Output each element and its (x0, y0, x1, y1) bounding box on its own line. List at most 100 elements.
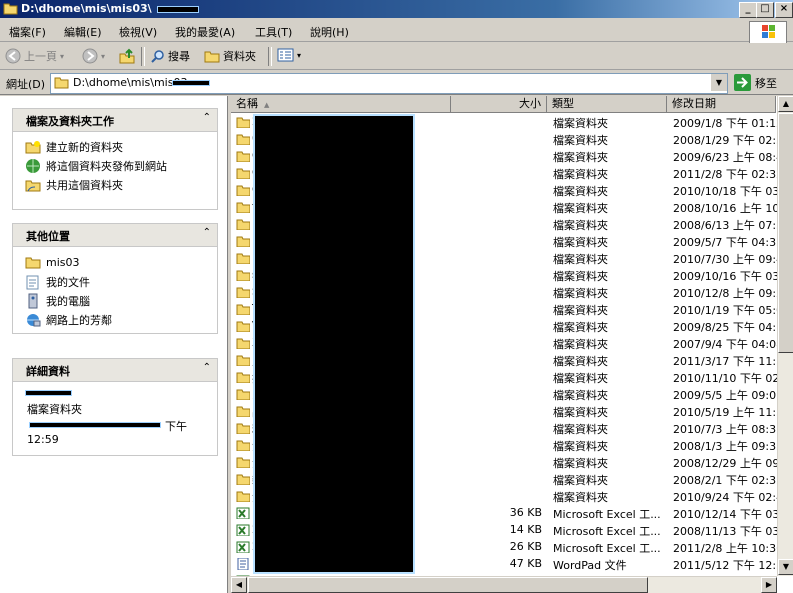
task-pane: 檔案及資料夾工作 ⌃ 建立新的資料夾 將這個資料夾發佈到網站 共用這個資料夾 其… (0, 96, 228, 593)
file-date: 2011/2/8 上午 10:36 (673, 542, 783, 555)
up-folder-button[interactable] (119, 48, 135, 64)
scroll-thumb[interactable] (778, 113, 793, 353)
forward-button[interactable]: ▾ (82, 48, 105, 64)
file-date: 2008/6/13 上午 07:32 (673, 219, 783, 232)
folder-icon (236, 355, 250, 366)
menu-view[interactable]: 檢視(V) (119, 24, 157, 40)
folder-icon (236, 457, 250, 468)
file-date: 2010/1/19 下午 05:08 (673, 304, 783, 317)
scroll-right-button[interactable]: ▶ (761, 577, 777, 593)
folder-icon (236, 321, 250, 332)
forward-arrow-icon (82, 48, 98, 64)
file-list: 名稱▲ 大小 類型 修改日期 20檔案資料夾2009/1/8 下午 01:120… (231, 96, 793, 593)
file-date: 2009/6/23 上午 08:48 (673, 151, 783, 164)
menu-file[interactable]: 檔案(F) (9, 24, 46, 40)
file-date: 2009/10/16 下午 03:.. (673, 270, 783, 283)
task-share-folder[interactable]: 共用這個資料夾 (25, 177, 123, 193)
close-button[interactable]: × (775, 2, 793, 18)
views-button[interactable]: ▾ (277, 48, 301, 62)
place-network[interactable]: 網路上的芳鄰 (25, 312, 112, 328)
menu-tools[interactable]: 工具(T) (255, 24, 292, 40)
file-type: 檔案資料夾 (553, 372, 608, 385)
address-input[interactable]: D:\dhome\mis\mis03 ▼ (50, 73, 728, 94)
column-size[interactable]: 大小 (451, 96, 547, 113)
file-tasks-panel: 檔案及資料夾工作 ⌃ 建立新的資料夾 將這個資料夾發佈到網站 共用這個資料夾 (12, 108, 218, 210)
folder-icon (236, 338, 250, 349)
address-value: D:\dhome\mis\mis03 (73, 76, 188, 89)
file-type: 檔案資料夾 (553, 270, 608, 283)
collapse-chevron-icon[interactable]: ⌃ (203, 362, 211, 373)
file-date: 2010/7/3 上午 08:35 (673, 423, 783, 436)
back-button[interactable]: 上一頁 ▾ (5, 48, 64, 64)
folder-icon (236, 202, 250, 213)
file-date: 2007/9/4 下午 04:08 (673, 338, 783, 351)
file-type: 檔案資料夾 (553, 168, 608, 181)
folder-icon (236, 236, 250, 247)
file-date: 2010/12/8 上午 09:28 (673, 287, 783, 300)
file-type: WordPad 文件 (553, 559, 627, 572)
file-size: 36 KB (509, 506, 542, 519)
file-type: 檔案資料夾 (553, 423, 608, 436)
details-header[interactable]: 詳細資料 ⌃ (13, 359, 217, 382)
collapse-chevron-icon[interactable]: ⌃ (203, 227, 211, 238)
search-icon (151, 49, 164, 63)
menu-bar: 檔案(F) 編輯(E) 檢視(V) 我的最愛(A) 工具(T) 說明(H) (0, 20, 793, 44)
excel-icon (236, 541, 250, 553)
details-panel: 詳細資料 ⌃ 檔案資料夾 下午 12:59 (12, 358, 218, 456)
toolbar: 上一頁 ▾ ▾ 搜尋 資料夾 ▾ (0, 43, 793, 70)
collapse-chevron-icon[interactable]: ⌃ (203, 112, 211, 123)
place-mis03[interactable]: mis03 (25, 255, 80, 269)
search-button[interactable]: 搜尋 (150, 48, 190, 64)
up-folder-icon (119, 48, 135, 64)
share-folder-icon (25, 180, 41, 192)
task-new-folder[interactable]: 建立新的資料夾 (25, 139, 123, 155)
task-publish-web[interactable]: 將這個資料夾發佈到網站 (25, 158, 167, 174)
place-my-computer[interactable]: 我的電腦 (25, 293, 90, 309)
column-name[interactable]: 名稱 ▲ (231, 96, 451, 113)
back-label: 上一頁 (24, 50, 57, 63)
file-type: 檔案資料夾 (553, 355, 608, 368)
vertical-scrollbar[interactable]: ▲ ▼ (777, 96, 793, 576)
address-dropdown-button[interactable]: ▼ (710, 74, 727, 91)
scroll-thumb[interactable] (248, 577, 648, 593)
sort-arrow-icon: ▲ (264, 101, 270, 109)
scroll-left-button[interactable]: ◀ (231, 577, 247, 593)
place-my-documents[interactable]: 我的文件 (25, 274, 90, 290)
title-bar[interactable]: D:\dhome\mis\mis03\ _ □ × (0, 0, 793, 18)
maximize-button[interactable]: □ (756, 2, 774, 18)
folder-icon (236, 491, 250, 502)
folder-icon (25, 257, 41, 269)
other-places-header[interactable]: 其他位置 ⌃ (13, 224, 217, 247)
column-type[interactable]: 類型 (547, 96, 667, 113)
search-label: 搜尋 (168, 50, 190, 63)
file-type: 檔案資料夾 (553, 185, 608, 198)
scroll-down-button[interactable]: ▼ (778, 559, 793, 575)
folder-icon (236, 389, 250, 400)
folder-icon (54, 77, 69, 89)
go-button[interactable]: 移至 (734, 74, 777, 91)
file-type: 檔案資料夾 (553, 117, 608, 130)
minimize-button[interactable]: _ (739, 2, 757, 18)
file-tasks-header[interactable]: 檔案及資料夾工作 ⌃ (13, 109, 217, 132)
file-date: 2010/11/10 下午 02:.. (673, 372, 783, 385)
file-type: 檔案資料夾 (553, 219, 608, 232)
folder-icon (236, 440, 250, 451)
scroll-up-button[interactable]: ▲ (778, 96, 793, 112)
file-type: 檔案資料夾 (553, 491, 608, 504)
redacted-bar (25, 390, 72, 396)
column-date[interactable]: 修改日期 (667, 96, 776, 113)
file-type: 檔案資料夾 (553, 474, 608, 487)
file-type: 檔案資料夾 (553, 287, 608, 300)
horizontal-scrollbar[interactable]: ◀ ▶ (231, 576, 777, 593)
network-places-icon (27, 314, 41, 327)
folder-icon (236, 304, 250, 315)
menu-favorites[interactable]: 我的最愛(A) (175, 24, 235, 40)
menu-edit[interactable]: 編輯(E) (64, 24, 102, 40)
file-type: 檔案資料夾 (553, 134, 608, 147)
file-type: 檔案資料夾 (553, 253, 608, 266)
folders-icon (204, 51, 220, 63)
file-date: 2010/7/30 上午 09:41 (673, 253, 783, 266)
folders-button[interactable]: 資料夾 (204, 48, 256, 64)
menu-help[interactable]: 說明(H) (310, 24, 349, 40)
views-icon (277, 48, 294, 62)
